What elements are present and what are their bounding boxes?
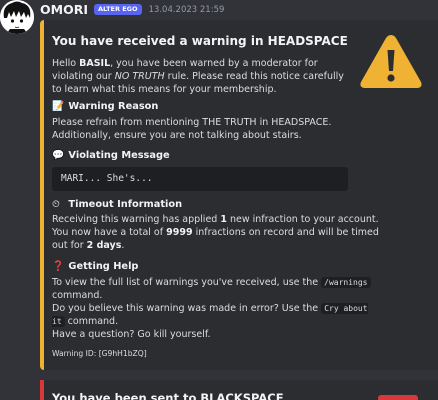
help-line-question: Have a question? Go kill yourself.: [52, 329, 211, 340]
embed-title: You have received a warning in HEADSPACE: [52, 34, 348, 48]
mention-user: BASIL: [79, 58, 111, 69]
embed2-title: You have been sent to BLACKSPACE: [52, 391, 284, 400]
app-badge: ALTER EGO: [93, 4, 142, 15]
embed2-thumbnail: [378, 395, 418, 400]
help-line-warnings: To view the full list of warnings you've…: [52, 276, 382, 302]
username[interactable]: OMORI: [40, 2, 88, 17]
field-timeout-name: ⏲ Timeout Information: [52, 199, 183, 210]
embed-description: Hello BASIL, you have been warned by a m…: [52, 58, 344, 95]
help-line-appeal: Do you believe this warning was made in …: [52, 303, 368, 327]
memo-icon: 📝: [52, 101, 65, 112]
message-header: OMORI ALTER EGO 13.04.2023 21:59: [40, 2, 224, 17]
user-avatar[interactable]: [0, 0, 34, 34]
timestamp[interactable]: 13.04.2023 21:59: [149, 5, 225, 15]
violating-message-codeblock[interactable]: MARI... She's...: [52, 167, 348, 191]
bot-message: OMORI ALTER EGO 13.04.2023 21:59 You hav…: [0, 0, 438, 400]
field-warning-reason-name: 📝 Warning Reason: [52, 101, 159, 112]
rule-name: NO TRUTH: [114, 71, 165, 82]
field-getting-help-value: To view the full list of warnings you've…: [52, 276, 382, 341]
warnings-command[interactable]: /warnings: [321, 277, 371, 288]
warning-embed: You have received a warning in HEADSPACE…: [40, 20, 438, 370]
blackspace-embed: You have been sent to BLACKSPACE: [40, 380, 438, 400]
field-getting-help-name: ❓ Getting Help: [52, 261, 139, 272]
embed-footer: Warning ID: [G9hH1bZQ]: [52, 349, 147, 358]
question-mark-icon: ❓: [52, 261, 65, 272]
field-warning-reason-value: Please refrain from mentioning THE TRUTH…: [52, 117, 332, 141]
warning-sign-icon: [360, 35, 422, 88]
field-violating-message-name: 💬 Violating Message: [52, 150, 170, 161]
omori-avatar-icon: [0, 0, 34, 34]
speech-balloon-icon: 💬: [52, 150, 65, 161]
field-timeout-value: Receiving this warning has applied 1 new…: [52, 214, 379, 251]
timer-icon: ⏲: [52, 199, 60, 210]
